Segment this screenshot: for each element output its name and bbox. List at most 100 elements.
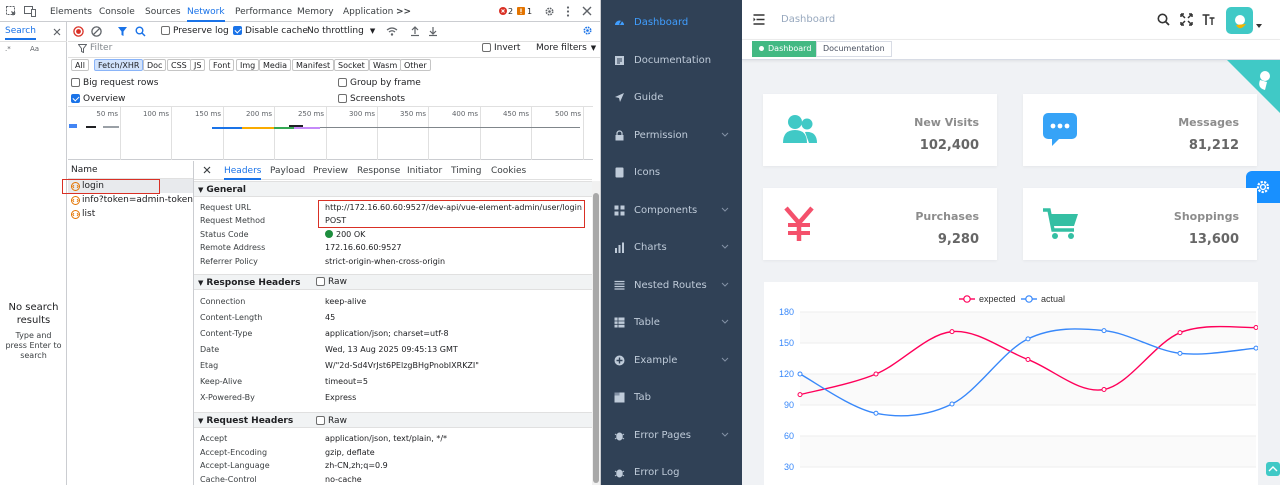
sidebar-item-error-log[interactable]: Error Log [601, 454, 742, 491]
sidebar-item-error-pages[interactable]: Error Pages [601, 417, 742, 454]
filter-doc[interactable]: Doc [143, 59, 167, 71]
overview-checkbox[interactable] [71, 94, 80, 103]
filter-font[interactable]: Font [209, 59, 235, 71]
record-icon[interactable] [73, 26, 84, 37]
sidebar-item-example[interactable]: Example [601, 342, 742, 379]
regex-icon[interactable]: .* [5, 45, 11, 53]
request-row-info[interactable]: info?token=admin-token [68, 193, 193, 207]
tag-documentation[interactable]: Documentation [816, 41, 892, 57]
caret-down-icon[interactable] [1256, 24, 1262, 28]
preserve-log-checkbox[interactable] [161, 26, 170, 35]
filter-media[interactable]: Media [259, 59, 292, 71]
preserve-log-option[interactable]: Preserve log [161, 26, 229, 36]
clear-icon[interactable] [91, 26, 102, 37]
tag-dashboard[interactable]: Dashboard [752, 41, 819, 57]
raw-option[interactable]: Raw [316, 416, 347, 426]
more-tabs-button[interactable]: >> [396, 0, 411, 22]
sidebar-item-table[interactable]: Table [601, 304, 742, 341]
group-by-frame-option[interactable]: Group by frame [338, 78, 421, 88]
more-options-icon[interactable] [566, 6, 570, 17]
filter-js[interactable]: JS [190, 59, 206, 71]
filter-wasm[interactable]: Wasm [369, 59, 402, 71]
warning-icon[interactable] [517, 7, 525, 15]
tab-payload[interactable]: Payload [270, 163, 305, 180]
filter-input[interactable]: Filter [90, 43, 112, 53]
tab-network[interactable]: Network [187, 0, 225, 22]
tab-response[interactable]: Response [357, 163, 400, 180]
filter-manifest[interactable]: Manifest [292, 59, 335, 71]
case-sensitive-icon[interactable]: Aa [30, 45, 39, 53]
sidebar-item-nested-routes[interactable]: Nested Routes [601, 267, 742, 304]
filter-fetch-xhr[interactable]: Fetch/XHR [94, 59, 144, 71]
group-by-frame-checkbox[interactable] [338, 78, 347, 87]
filter-css[interactable]: CSS [167, 59, 191, 71]
response-headers-section-header[interactable]: ▼ Response Headers [194, 274, 592, 290]
name-column-header[interactable]: Name [68, 161, 193, 179]
sidebar-item-icons[interactable]: Icons [601, 154, 742, 191]
close-detail-icon[interactable] [203, 166, 211, 174]
scroll-helper-icon[interactable] [1266, 462, 1280, 476]
tab-elements[interactable]: Elements [50, 0, 92, 22]
search-icon[interactable] [135, 26, 146, 37]
big-request-rows-option[interactable]: Big request rows [71, 78, 158, 88]
close-devtools-icon[interactable] [582, 6, 592, 16]
export-har-icon[interactable] [428, 26, 438, 37]
filter-other[interactable]: Other [400, 59, 431, 71]
network-conditions-icon[interactable] [386, 26, 398, 37]
sidebar-item-guide[interactable]: Guide [601, 79, 742, 116]
sidebar-item-components[interactable]: Components [601, 192, 742, 229]
tab-preview[interactable]: Preview [313, 163, 348, 180]
tab-headers[interactable]: Headers [224, 163, 262, 180]
raw-checkbox[interactable] [316, 277, 325, 286]
sidebar-item-charts[interactable]: Charts [601, 229, 742, 266]
throttling-select[interactable]: No throttling ▼ [307, 26, 375, 36]
inspect-element-icon[interactable] [6, 6, 17, 17]
detail-scrollbar[interactable] [592, 181, 600, 485]
raw-option[interactable]: Raw [316, 277, 347, 287]
sidebar-item-dashboard[interactable]: Dashboard [601, 4, 742, 41]
device-toolbar-icon[interactable] [24, 6, 36, 17]
raw-checkbox[interactable] [316, 416, 325, 425]
overview-option[interactable]: Overview [71, 94, 125, 104]
network-settings-gear-icon[interactable] [582, 25, 593, 36]
settings-gear-icon[interactable] [544, 6, 555, 17]
screenshots-option[interactable]: Screenshots [338, 94, 405, 104]
tab-performance[interactable]: Performance [235, 0, 292, 22]
card-shoppings[interactable]: Shoppings 13,600 [1023, 188, 1257, 260]
disable-cache-option[interactable]: Disable cache [233, 26, 308, 36]
sidebar-item-tab[interactable]: Tab [601, 379, 742, 416]
filter-img[interactable]: Img [236, 59, 260, 71]
font-size-icon[interactable] [1202, 13, 1215, 26]
filter-all[interactable]: All [71, 59, 89, 71]
avatar[interactable] [1226, 7, 1253, 34]
general-section-header[interactable]: ▼ General [194, 181, 592, 197]
tab-memory[interactable]: Memory [297, 0, 334, 22]
tab-sources[interactable]: Sources [145, 0, 181, 22]
tab-cookies[interactable]: Cookies [491, 163, 526, 180]
card-new-visits[interactable]: New Visits 102,400 [763, 94, 997, 166]
error-icon[interactable] [499, 7, 507, 15]
sidebar-item-permission[interactable]: Permission [601, 117, 742, 154]
request-row-list[interactable]: list [68, 207, 193, 221]
import-har-icon[interactable] [410, 26, 420, 37]
close-search-icon[interactable] [53, 28, 61, 36]
search-tab[interactable]: Search [5, 26, 36, 40]
tab-initiator[interactable]: Initiator [407, 163, 442, 180]
big-request-rows-checkbox[interactable] [71, 78, 80, 87]
filter-socket[interactable]: Socket [334, 59, 369, 71]
line-chart[interactable]: 180 150 120 90 60 30 expected actual [764, 282, 1259, 485]
screenshots-checkbox[interactable] [338, 94, 347, 103]
card-messages[interactable]: Messages 81,212 [1023, 94, 1257, 166]
disable-cache-checkbox[interactable] [233, 26, 242, 35]
search-icon[interactable] [1157, 13, 1170, 26]
more-filters-button[interactable]: More filters ▼ [536, 43, 596, 53]
invert-checkbox[interactable] [482, 43, 491, 52]
card-purchases[interactable]: Purchases 9,280 [763, 188, 997, 260]
invert-option[interactable]: Invert [482, 43, 520, 53]
fullscreen-icon[interactable] [1180, 13, 1193, 26]
sidebar-item-documentation[interactable]: Documentation [601, 42, 742, 79]
request-headers-section-header[interactable]: ▼ Request Headers [194, 412, 592, 428]
tab-console[interactable]: Console [99, 0, 135, 22]
tab-application[interactable]: Application [343, 0, 393, 22]
filter-icon[interactable] [117, 26, 128, 37]
